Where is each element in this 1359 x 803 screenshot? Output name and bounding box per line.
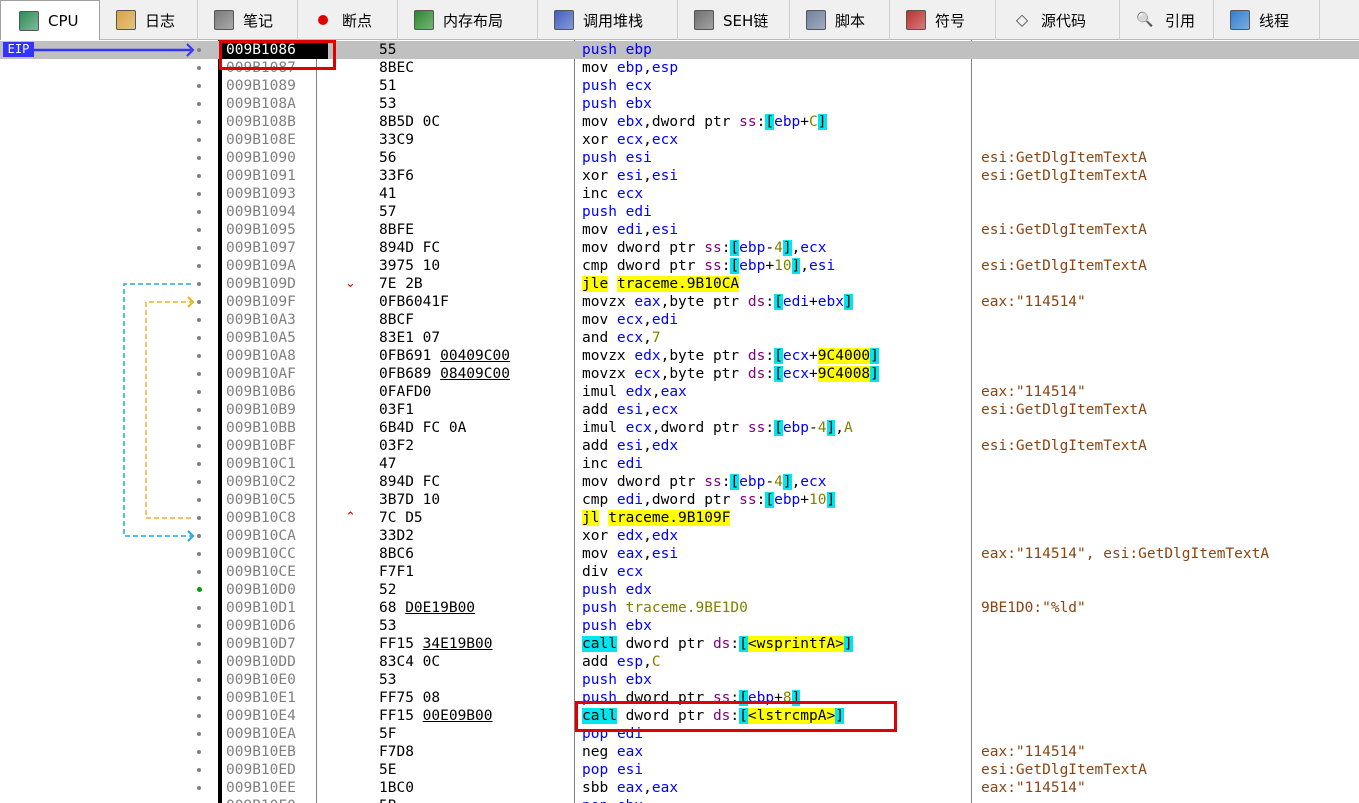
jump-back-line <box>145 301 191 519</box>
jump-forward-line <box>123 283 191 537</box>
annotation-box-lstrcmpa-call <box>575 701 897 732</box>
eip-label: EIP <box>3 42 34 57</box>
jump-arrows <box>34 43 195 542</box>
annotation-box-eip-address <box>219 40 336 70</box>
